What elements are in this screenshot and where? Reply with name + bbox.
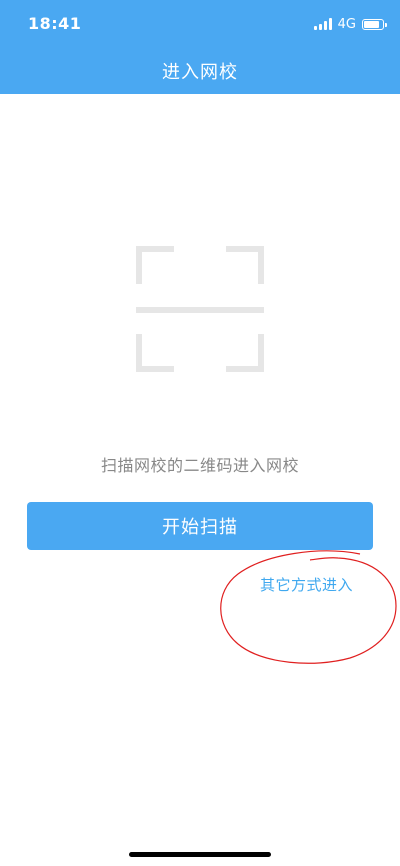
other-method-link[interactable]: 其它方式进入 bbox=[260, 574, 353, 595]
red-circle-annotation bbox=[220, 550, 397, 664]
signal-icon bbox=[313, 18, 332, 30]
start-scan-button[interactable]: 开始扫描 bbox=[27, 502, 373, 550]
status-bar-right: 4G bbox=[313, 14, 387, 34]
status-time: 18:41 bbox=[28, 14, 82, 33]
scan-hint-text: 扫描网校的二维码进入网校 bbox=[100, 456, 299, 475]
page-title: 进入网校 bbox=[162, 62, 238, 83]
scan-frame-icon bbox=[136, 246, 264, 372]
header-bar: 18:41 4G 进入网校 bbox=[0, 0, 400, 94]
battery-icon bbox=[362, 18, 387, 30]
network-type: 4G bbox=[337, 16, 356, 32]
home-indicator bbox=[129, 852, 271, 857]
